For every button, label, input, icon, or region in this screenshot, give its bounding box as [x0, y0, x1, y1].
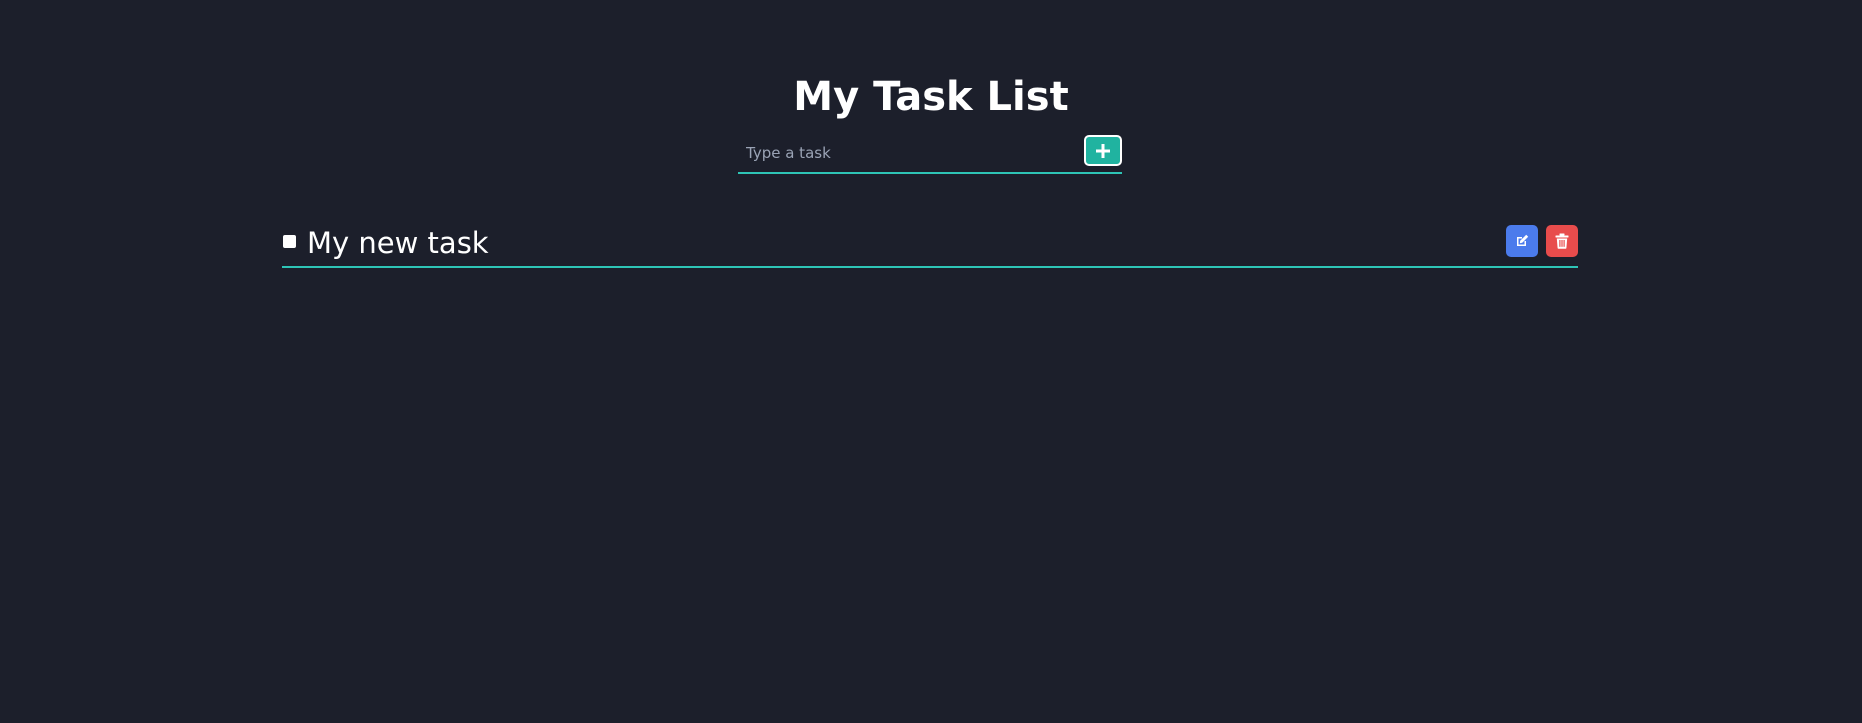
task-actions: [1506, 225, 1578, 257]
task-list: My new task: [282, 220, 1578, 268]
task-input[interactable]: [738, 134, 1078, 172]
delete-task-button[interactable]: [1546, 225, 1578, 257]
task-checkbox[interactable]: [283, 235, 296, 248]
add-task-button[interactable]: [1084, 135, 1122, 166]
plus-icon: [1096, 143, 1110, 158]
edit-icon: [1514, 233, 1530, 249]
task-label: My new task: [307, 226, 489, 260]
page-title: My Task List: [793, 74, 1069, 120]
trash-icon: [1555, 233, 1569, 249]
edit-task-button[interactable]: [1506, 225, 1538, 257]
add-task-form: [738, 134, 1122, 174]
task-item: My new task: [282, 220, 1578, 268]
app-root: My Task List My new task: [0, 0, 1862, 723]
